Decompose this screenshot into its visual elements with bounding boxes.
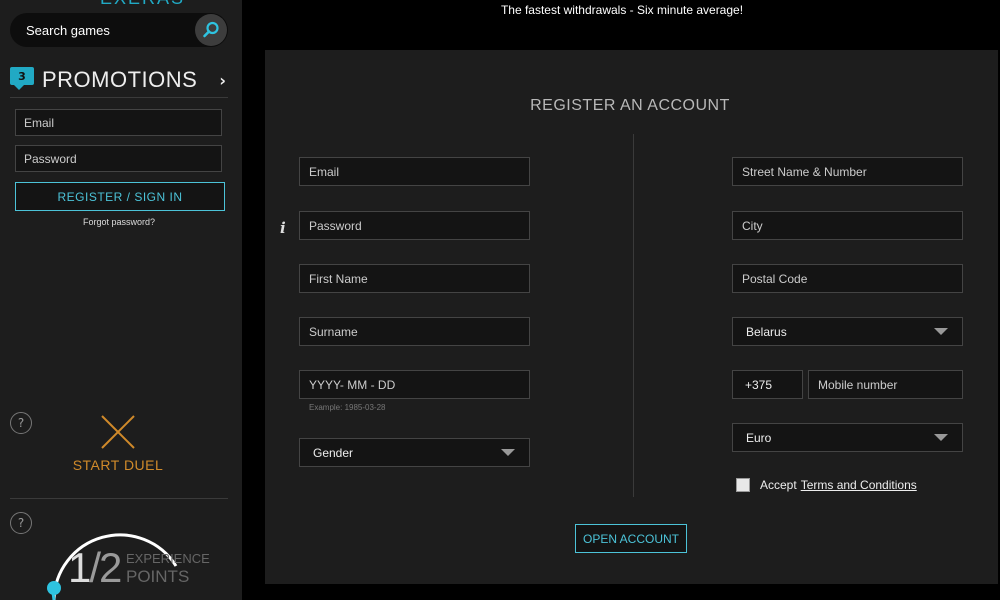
search-button[interactable]: [195, 14, 227, 46]
chevron-down-icon: [934, 434, 948, 441]
password-info-icon[interactable]: i: [280, 219, 286, 237]
password-field[interactable]: [299, 211, 530, 240]
phone-code-value: +375: [745, 377, 773, 392]
postal-code-field[interactable]: [732, 264, 963, 293]
promotions-label: PROMOTIONS: [42, 67, 198, 92]
chevron-down-icon: [501, 449, 515, 456]
currency-select[interactable]: Euro: [732, 423, 963, 452]
chevron-down-icon: [934, 328, 948, 335]
accept-terms-label: Accept: [760, 478, 797, 492]
country-select-value: Belarus: [746, 324, 787, 339]
register-sign-in-button[interactable]: REGISTER / SIGN IN: [15, 182, 225, 211]
currency-select-value: Euro: [746, 430, 772, 445]
gender-select[interactable]: Gender: [299, 438, 530, 467]
country-select[interactable]: Belarus: [732, 317, 963, 346]
surname-field[interactable]: [299, 317, 530, 346]
forgot-password-link[interactable]: Forgot password?: [0, 217, 238, 227]
city-field[interactable]: [732, 211, 963, 240]
experience-fraction: 1/2: [68, 543, 122, 593]
duel-help-icon[interactable]: ?: [10, 412, 32, 434]
search-bar: [10, 13, 228, 47]
email-field[interactable]: [299, 157, 530, 186]
page-title: REGISTER AN ACCOUNT: [530, 97, 730, 114]
register-panel: REGISTER AN ACCOUNT i Example: 1985-03-2…: [265, 50, 998, 584]
promo-banner: The fastest withdrawals - Six minute ave…: [500, 3, 744, 17]
search-input[interactable]: [10, 13, 206, 47]
mobile-number-field[interactable]: [808, 370, 963, 399]
login-password-input[interactable]: [15, 145, 222, 172]
experience-caption: EXPERIENCE POINTS: [126, 550, 210, 586]
accept-terms-checkbox[interactable]: [736, 478, 750, 492]
experience-help-icon[interactable]: ?: [10, 512, 32, 534]
date-of-birth-example: Example: 1985-03-28: [309, 403, 386, 412]
experience-total: 2: [99, 544, 122, 591]
search-icon: [203, 21, 219, 38]
street-field[interactable]: [732, 157, 963, 186]
experience-separator: /: [89, 544, 101, 591]
experience-caption-line1: EXPERIENCE: [126, 551, 210, 566]
phone-code-select[interactable]: +375: [732, 370, 803, 399]
start-duel-button[interactable]: START DUEL: [62, 457, 174, 473]
login-email-input[interactable]: [15, 109, 222, 136]
sidebar: EXERAS 3 PROMOTIONS › REGISTER / SIGN IN…: [0, 0, 242, 600]
promotions-count-badge: 3: [10, 67, 34, 90]
experience-current: 1: [68, 544, 91, 591]
sidebar-divider: [10, 498, 228, 499]
brand-logo-fragment: EXERAS: [100, 0, 185, 9]
experience-caption-line2: POINTS: [126, 567, 190, 586]
terms-and-conditions-link[interactable]: Terms and Conditions: [801, 478, 917, 492]
first-name-field[interactable]: [299, 264, 530, 293]
promotions-link[interactable]: 3 PROMOTIONS ›: [10, 63, 228, 98]
gender-select-value: Gender: [313, 445, 354, 460]
crossed-swords-icon[interactable]: [99, 413, 137, 451]
experience-progress-knob: [47, 581, 61, 595]
chevron-right-icon: ›: [219, 70, 226, 90]
open-account-button[interactable]: OPEN ACCOUNT: [575, 524, 687, 553]
accept-terms-row: Accept Terms and Conditions: [736, 478, 917, 492]
date-of-birth-field[interactable]: [299, 370, 530, 399]
column-divider: [633, 134, 634, 497]
